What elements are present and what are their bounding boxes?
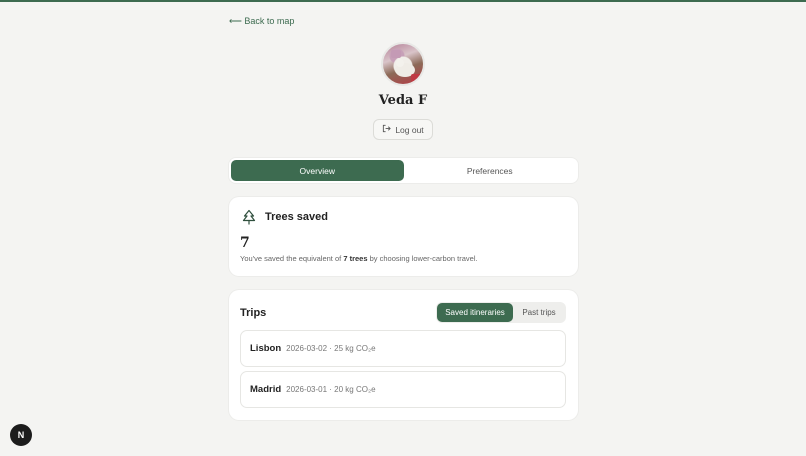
- logout-icon: [382, 124, 392, 135]
- profile-tabs: Overview Preferences: [229, 158, 578, 183]
- avatar: [381, 42, 425, 86]
- tab-preferences[interactable]: Preferences: [404, 160, 577, 181]
- n-badge-button[interactable]: N: [10, 424, 32, 446]
- trip-meta: 2026-03-01 · 20 kg CO₂e: [286, 385, 376, 394]
- trip-item-madrid[interactable]: Madrid 2026-03-01 · 20 kg CO₂e: [240, 371, 566, 408]
- trips-segmented-control: Saved itineraries Past trips: [436, 302, 566, 323]
- trips-card: Trips Saved itineraries Past trips Lisbo…: [229, 290, 578, 420]
- tab-overview[interactable]: Overview: [231, 160, 404, 181]
- trees-description: You've saved the equivalent of 7 trees b…: [240, 254, 478, 263]
- user-name: Veda F: [378, 93, 428, 108]
- trip-meta: 2026-03-02 · 25 kg CO₂e: [286, 344, 376, 353]
- logout-button[interactable]: Log out: [373, 119, 433, 140]
- trip-city: Madrid: [250, 384, 282, 395]
- trees-desc-suffix: by choosing lower-carbon travel.: [367, 254, 478, 263]
- trip-city: Lisbon: [250, 343, 282, 354]
- tree-icon: [241, 209, 257, 231]
- trees-count: 7: [240, 235, 250, 251]
- trees-desc-bold: 7 trees: [343, 254, 368, 263]
- trees-desc-prefix: You've saved the equivalent of: [240, 254, 344, 263]
- saved-itineraries-button[interactable]: Saved itineraries: [437, 303, 513, 322]
- logout-label: Log out: [395, 124, 424, 135]
- trees-saved-card: Trees saved 7 You've saved the equivalen…: [229, 197, 578, 276]
- top-accent-bar: [0, 0, 806, 2]
- trees-saved-title: Trees saved: [265, 211, 328, 223]
- past-trips-button[interactable]: Past trips: [513, 303, 565, 322]
- trips-title: Trips: [240, 307, 267, 319]
- trip-item-lisbon[interactable]: Lisbon 2026-03-02 · 25 kg CO₂e: [240, 330, 566, 367]
- back-to-map-link[interactable]: ⟵ Back to map: [229, 16, 294, 27]
